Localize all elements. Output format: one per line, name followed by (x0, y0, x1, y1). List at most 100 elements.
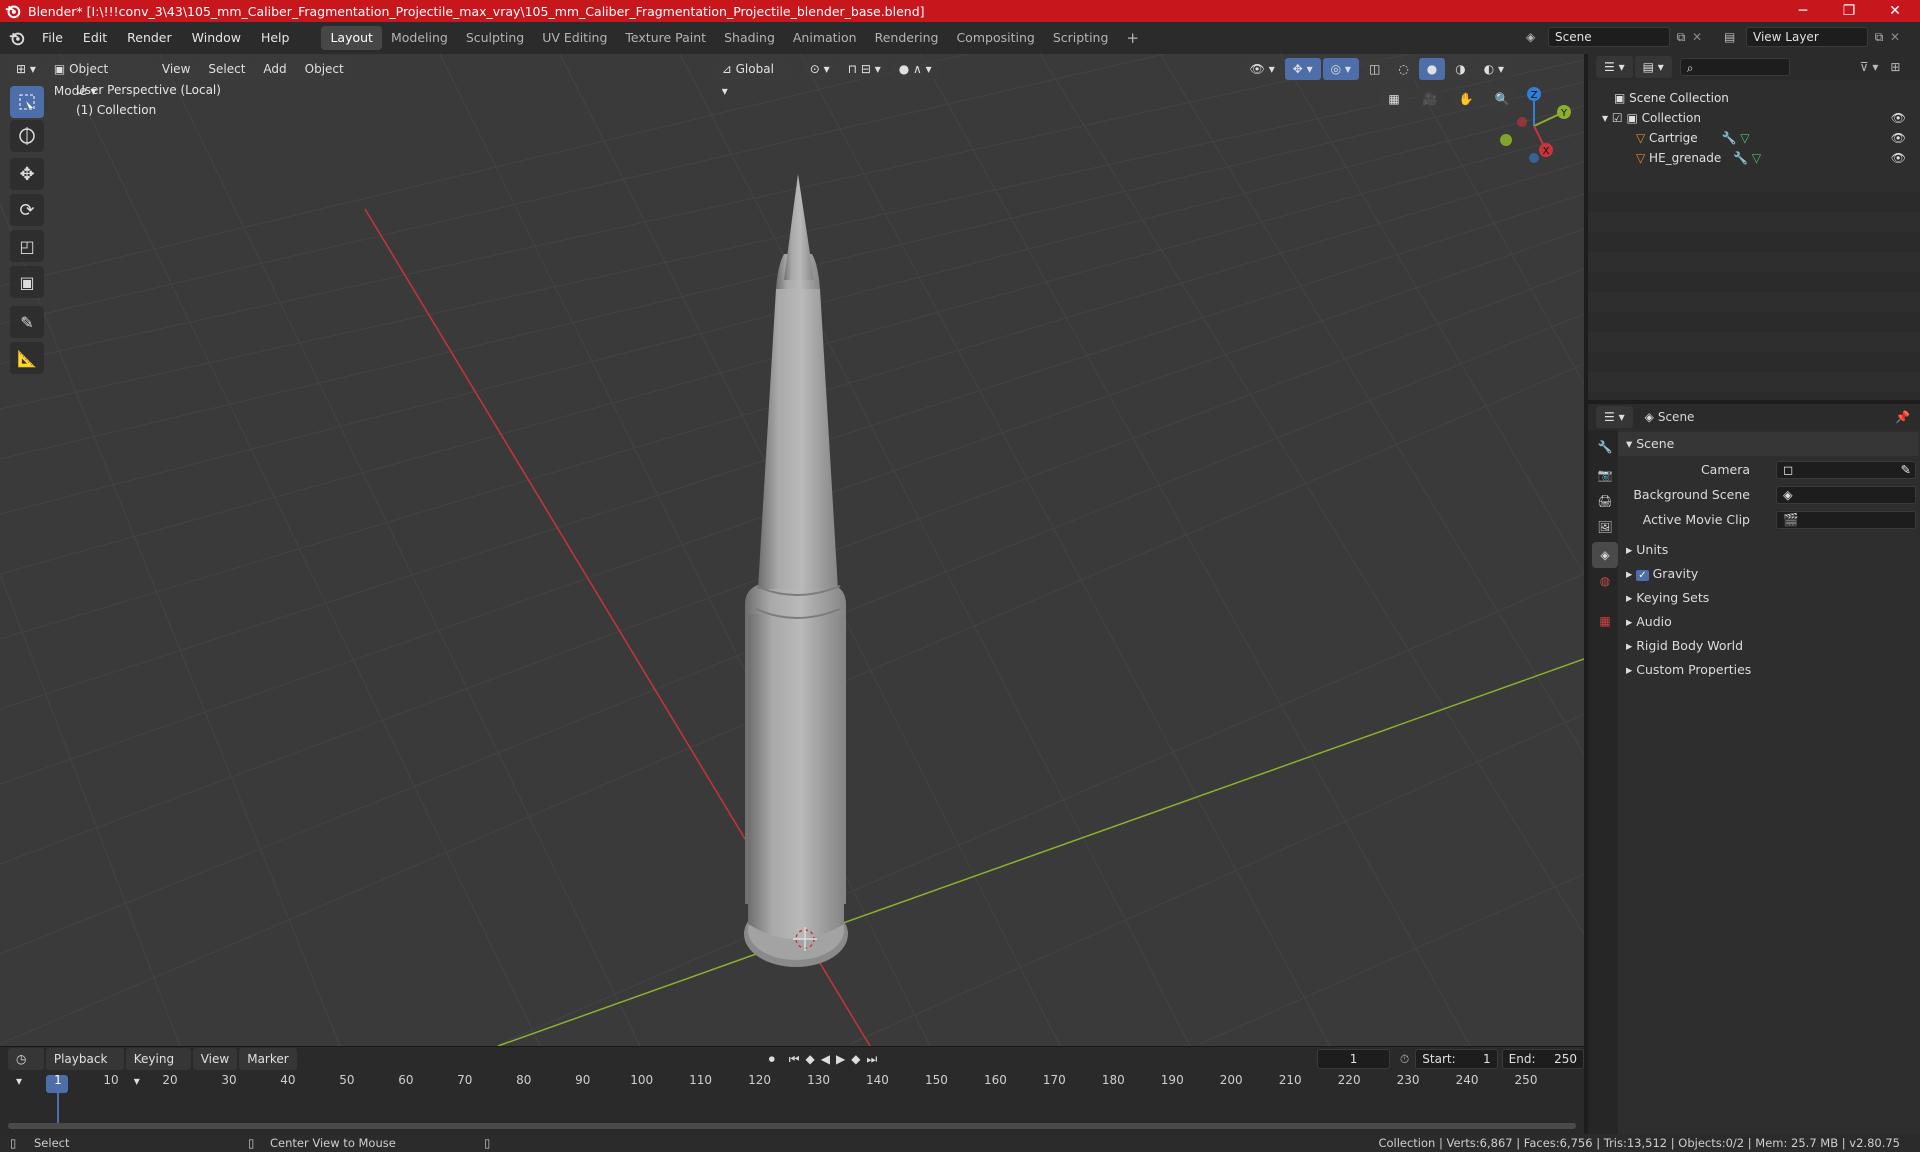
texture-tab-icon[interactable]: ▦ (1592, 608, 1618, 634)
cursor-tool-icon[interactable] (10, 120, 44, 152)
gizmo-toggle-icon[interactable]: ✥ ▾ (1284, 58, 1321, 80)
tab-layout[interactable]: Layout (321, 26, 382, 50)
close-button[interactable]: ✕ (1872, 0, 1918, 22)
checkbox-icon[interactable]: ☑ (1612, 111, 1623, 125)
outliner-collection-row[interactable]: ▾ ☑ ▣ Collection 👁 (1588, 108, 1920, 128)
tab-sculpting[interactable]: Sculpting (457, 26, 533, 50)
select-box-tool-icon[interactable] (10, 86, 44, 118)
mesh-object-icon: ▽ (1636, 131, 1650, 145)
expand-arrow-icon[interactable]: ▾ (1602, 111, 1612, 125)
editor-type-icon[interactable]: ⊞ ▾ (8, 58, 44, 80)
tab-compositing[interactable]: Compositing (947, 26, 1043, 50)
overlay-toggle-icon[interactable]: ◎ ▾ (1322, 58, 1359, 80)
eyedropper-icon[interactable]: ✎ (1901, 462, 1911, 478)
custom-properties-panel[interactable]: ▸ Custom Properties (1618, 658, 1918, 682)
eye-icon[interactable]: 👁 (1891, 128, 1906, 148)
eye-icon[interactable]: 👁 (1891, 148, 1906, 168)
orientation-dropdown[interactable]: ⊿ Global ▾ (713, 58, 790, 98)
scene-field[interactable]: Scene (1548, 27, 1670, 47)
scale-tool-icon[interactable]: ◰ (10, 230, 44, 262)
outliner-scene-collection[interactable]: ▣ Scene Collection (1588, 88, 1920, 108)
camera-field[interactable]: ◻ ✎ (1776, 461, 1916, 479)
pan-hand-icon[interactable]: ✋ (1452, 88, 1480, 110)
shading-solid-icon[interactable]: ● (1418, 58, 1446, 80)
pivot-point-icon[interactable]: ⊙ ▾ (801, 58, 838, 80)
scene-browse-icon[interactable]: ◈ (1526, 30, 1548, 44)
rotate-tool-icon[interactable]: ⟳ (10, 194, 44, 226)
shading-wireframe-icon[interactable]: ◌ (1390, 58, 1417, 80)
viewport-menu-object[interactable]: Object (296, 58, 352, 80)
pin-icon[interactable]: 📌 (1895, 410, 1910, 424)
measure-tool-icon[interactable]: 📐 (10, 342, 44, 374)
tab-scripting[interactable]: Scripting (1044, 26, 1118, 50)
tool-tab-icon[interactable]: 🔧 (1592, 434, 1618, 460)
viewport-menu-add[interactable]: Add (255, 58, 295, 80)
tab-shading[interactable]: Shading (715, 26, 784, 50)
outliner-display-mode-icon[interactable]: ▤ ▾ (1634, 56, 1672, 78)
tab-modeling[interactable]: Modeling (382, 26, 457, 50)
add-workspace-button[interactable]: + (1117, 26, 1148, 50)
blender-menu-icon[interactable] (8, 29, 26, 47)
scene-tab-icon[interactable]: ◈ (1592, 542, 1618, 568)
audio-panel[interactable]: ▸ Audio (1618, 610, 1918, 634)
view-layer-browse-icon[interactable]: ▤ (1724, 30, 1746, 44)
menu-edit[interactable]: Edit (73, 23, 117, 53)
scene-copy-icon[interactable]: ⧉ (1670, 30, 1692, 45)
xray-toggle-icon[interactable]: ◫ (1360, 58, 1389, 80)
outliner-editor-type-icon[interactable]: ☰ ▾ (1596, 56, 1633, 78)
snap-icon[interactable]: ⊓ ⊟ ▾ (839, 58, 889, 80)
eye-icon[interactable]: 👁 (1891, 108, 1906, 128)
scene-delete-icon[interactable]: ✕ (1692, 30, 1710, 44)
timeline-ruler[interactable]: 1 10 20 30 40 50 60 70 80 90 100 110 120 130 140 150 160… (0, 1047, 1584, 1107)
menu-help[interactable]: Help (251, 23, 300, 53)
minimize-button[interactable]: ─ (1780, 0, 1826, 22)
toggle-camera-view-icon[interactable]: ▦ (1380, 88, 1408, 110)
move-tool-icon[interactable]: ✥ (10, 158, 44, 190)
mode-selector[interactable]: ▣ Object Mode ▾ (45, 58, 152, 98)
units-panel[interactable]: ▸ Units (1618, 538, 1918, 562)
view-layer-tab-icon[interactable]: 🖼 (1592, 514, 1618, 540)
gravity-checkbox[interactable]: ✓ (1636, 570, 1649, 581)
render-tab-icon[interactable]: 📷 (1592, 462, 1618, 488)
transform-tool-icon[interactable]: ▣ (10, 266, 44, 298)
outliner-search-input[interactable]: ⌕ (1679, 58, 1790, 76)
outliner-object-cartrige[interactable]: ▽ Cartrige 🔧 ▽ 👁 (1588, 128, 1920, 148)
tab-texture-paint[interactable]: Texture Paint (616, 26, 715, 50)
view-layer-field[interactable]: View Layer (1746, 27, 1868, 47)
menu-file[interactable]: File (32, 23, 73, 53)
output-tab-icon[interactable]: 🖨 (1592, 488, 1618, 514)
rigid-body-world-panel[interactable]: ▸ Rigid Body World (1618, 634, 1918, 658)
shading-material-icon[interactable]: ◑ (1447, 58, 1474, 80)
maximize-button[interactable]: ❐ (1826, 0, 1872, 22)
viewport-menu-view[interactable]: View (153, 58, 199, 80)
shading-rendered-icon[interactable]: ◐ ▾ (1475, 58, 1513, 80)
view-layer-copy-icon[interactable]: ⧉ (1868, 30, 1890, 45)
tab-animation[interactable]: Animation (784, 26, 866, 50)
visibility-icon[interactable]: 👁 ▾ (1241, 58, 1283, 80)
proportional-edit-icon[interactable]: ● ∧ ▾ (890, 58, 940, 80)
viewport-menu-select[interactable]: Select (200, 58, 254, 80)
menu-window[interactable]: Window (182, 23, 251, 53)
movie-clip-field[interactable]: 🎬 (1776, 511, 1916, 529)
timeline-scrollbar[interactable] (8, 1123, 1576, 1129)
timeline-editor[interactable]: ◷ ▾ Playback ▾ Keying ▾ View Marker ⏺ ⏮ … (0, 1046, 1585, 1134)
world-tab-icon[interactable]: ◍ (1592, 568, 1618, 594)
projectile-model[interactable] (744, 174, 848, 967)
mesh-data-icon: ▽ (1736, 131, 1750, 145)
menu-render[interactable]: Render (117, 23, 182, 53)
navigation-gizmo[interactable]: Z Y X (1494, 84, 1574, 164)
tab-uv-editing[interactable]: UV Editing (533, 26, 616, 50)
scene-panel-header[interactable]: ▾ Scene (1618, 432, 1918, 456)
keying-sets-panel[interactable]: ▸ Keying Sets (1618, 586, 1918, 610)
properties-editor-type-icon[interactable]: ☰ ▾ (1596, 406, 1633, 428)
tab-rendering[interactable]: Rendering (866, 26, 948, 50)
gravity-panel[interactable]: ▸ ✓ Gravity (1618, 562, 1918, 586)
outliner-filter-icon[interactable]: ⊽ ▾ (1860, 60, 1879, 74)
view-layer-delete-icon[interactable]: ✕ (1890, 30, 1908, 44)
outliner-object-he-grenade[interactable]: ▽ HE_grenade 🔧 ▽ 👁 (1588, 148, 1920, 168)
background-scene-field[interactable]: ◈ (1776, 486, 1916, 504)
annotate-tool-icon[interactable]: ✎ (10, 306, 44, 338)
3d-viewport[interactable]: ⊞ ▾ ▣ Object Mode ▾ View Select Add Obje… (0, 54, 1584, 1046)
camera-icon[interactable]: 🎥 (1416, 88, 1444, 110)
new-collection-icon[interactable]: ⊞ (1890, 60, 1900, 74)
